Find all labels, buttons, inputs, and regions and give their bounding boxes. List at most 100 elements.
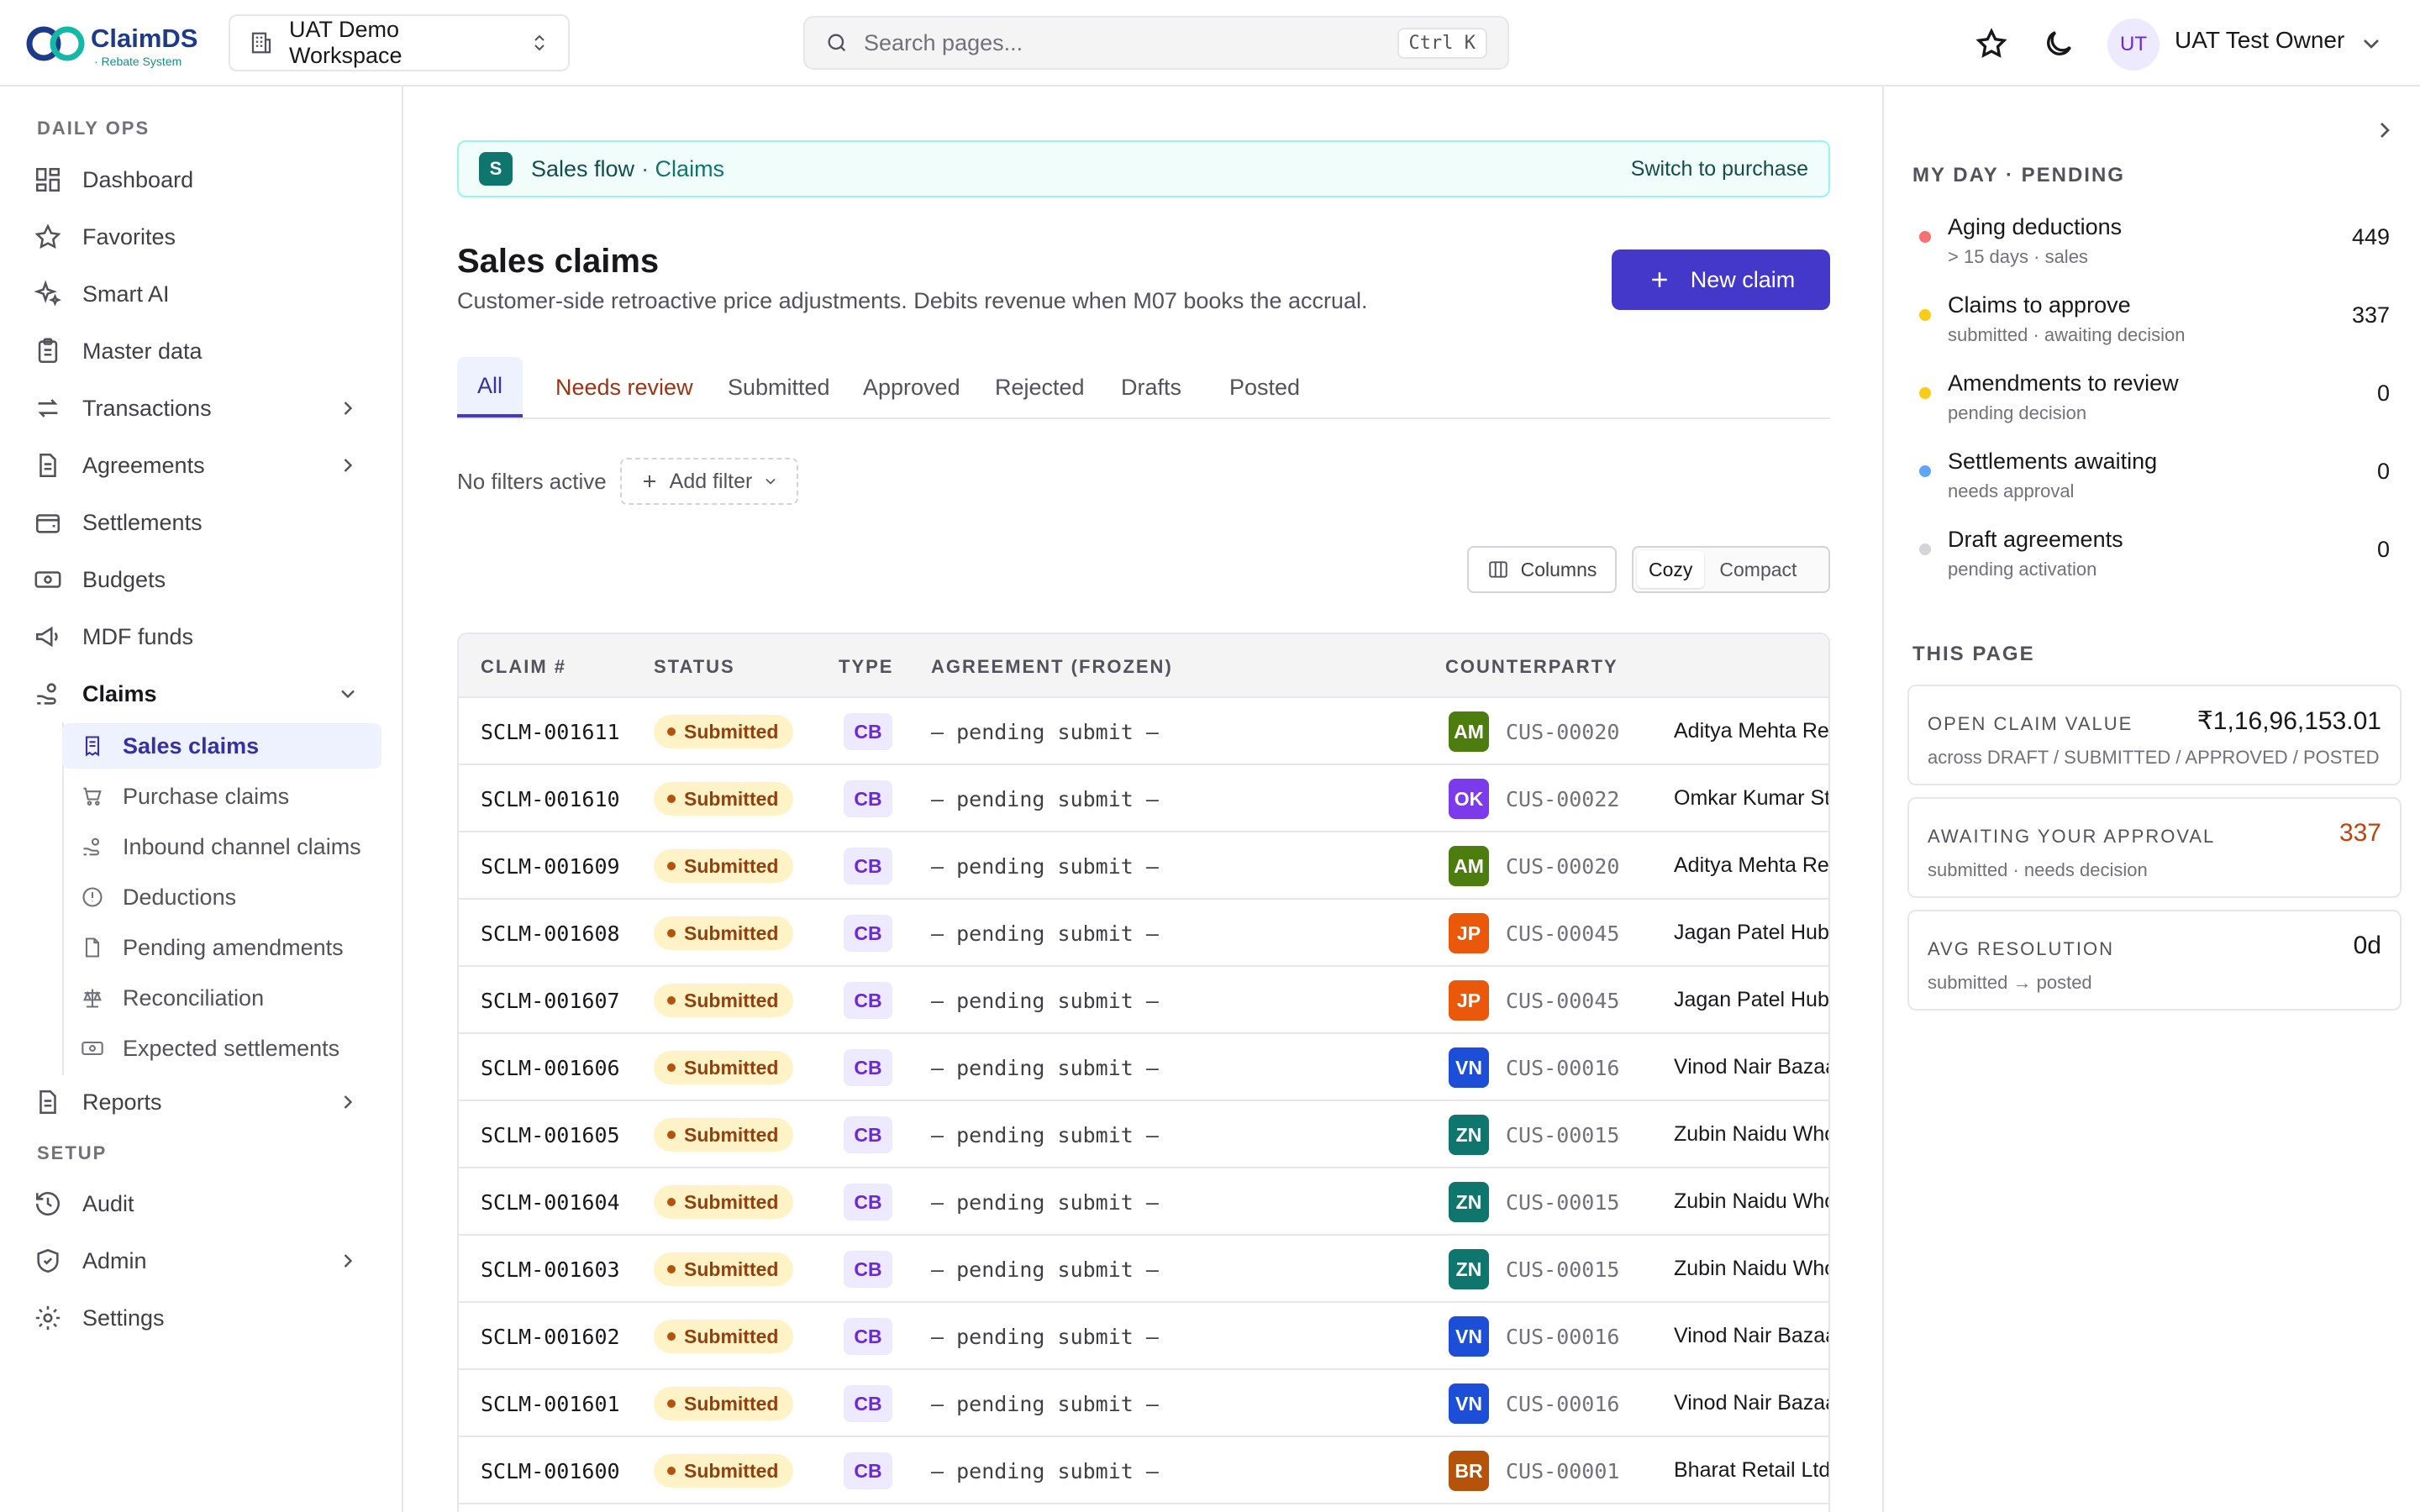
columns-button[interactable]: Columns xyxy=(1467,546,1617,593)
status-label: Submitted xyxy=(684,1459,779,1482)
claim-id[interactable]: SCLM-001610 xyxy=(481,787,620,811)
tab-drafts[interactable]: Drafts xyxy=(1101,357,1202,417)
sidebar-subitem-expected-settlements[interactable]: Expected settlements xyxy=(62,1026,381,1071)
sidebar-item-claims[interactable]: Claims xyxy=(34,670,378,717)
table-row[interactable]: SCLM-001603 Submitted CB — pending submit —… xyxy=(459,1236,1828,1303)
column-header-type[interactable]: TYPE xyxy=(839,656,893,678)
sidebar-item-label: Favorites xyxy=(82,223,176,249)
my-day-item[interactable]: Aging deductions > 15 days · sales 449 xyxy=(1919,214,2390,281)
card-value: 0d xyxy=(2353,932,2381,959)
claim-id[interactable]: SCLM-001604 xyxy=(481,1190,620,1215)
section-daily-ops: DAILY OPS xyxy=(37,118,150,139)
table-row[interactable]: SCLM-001606 Submitted CB — pending submit —… xyxy=(459,1034,1828,1101)
claim-id[interactable]: SCLM-001601 xyxy=(481,1392,620,1416)
table-row[interactable]: SCLM-001602 Submitted CB — pending submit —… xyxy=(459,1303,1828,1370)
my-day-count: 337 xyxy=(2351,302,2390,328)
column-header-agreement[interactable]: AGREEMENT (FROZEN) xyxy=(931,656,1173,678)
sidebar-item-admin[interactable]: Admin xyxy=(34,1237,378,1284)
tab-all[interactable]: All xyxy=(457,357,523,417)
sidebar-subitem-reconciliation[interactable]: Reconciliation xyxy=(62,975,381,1021)
favorite-star-icon[interactable] xyxy=(1975,27,2008,60)
status-dot xyxy=(667,795,676,803)
sidebar-item-favorites[interactable]: Favorites xyxy=(34,213,378,260)
claim-id[interactable]: SCLM-001603 xyxy=(481,1257,620,1282)
tab-submitted[interactable]: Submitted xyxy=(708,357,850,417)
building-icon xyxy=(251,32,271,54)
column-header-status[interactable]: STATUS xyxy=(654,656,735,678)
my-day-item[interactable]: Amendments to review pending decision 0 xyxy=(1919,370,2390,438)
sidebar-item-mdf-funds[interactable]: MDF funds xyxy=(34,613,378,660)
sidebar-subitem-purchase-claims[interactable]: Purchase claims xyxy=(62,774,381,819)
claim-id[interactable]: SCLM-001605 xyxy=(481,1123,620,1147)
sidebar-subitem-pending-amendments[interactable]: Pending amendments xyxy=(62,925,381,970)
status-dot xyxy=(667,1265,676,1273)
tab-needs-review[interactable]: Needs review xyxy=(535,357,713,417)
status-badge: Submitted xyxy=(654,1454,794,1488)
sidebar-item-settlements[interactable]: Settlements xyxy=(34,499,378,546)
sidebar-item-dashboard[interactable]: Dashboard xyxy=(34,156,378,203)
counterparty-avatar: BR xyxy=(1449,1451,1489,1491)
sidebar-subitem-inbound-channel-claims[interactable]: Inbound channel claims xyxy=(62,824,381,869)
switch-flow-link[interactable]: Switch to purchase xyxy=(1631,157,1808,181)
tab-posted[interactable]: Posted xyxy=(1209,357,1320,417)
density-cozy[interactable]: Cozy xyxy=(1637,551,1705,588)
chevron-down-icon[interactable] xyxy=(2358,30,2385,57)
tab-rejected[interactable]: Rejected xyxy=(975,357,1105,417)
add-filter-button[interactable]: Add filter xyxy=(620,458,798,505)
sidebar-item-audit[interactable]: Audit xyxy=(34,1180,378,1227)
claim-id[interactable]: SCLM-001606 xyxy=(481,1056,620,1080)
column-header-counterparty[interactable]: COUNTERPARTY xyxy=(1445,656,1618,678)
table-row[interactable]: SCLM-001600 Submitted CB — pending submit —… xyxy=(459,1437,1828,1504)
table-row[interactable]: SCLM-001605 Submitted CB — pending submit —… xyxy=(459,1101,1828,1168)
columns-label: Columns xyxy=(1520,558,1597,580)
sidebar-item-master-data[interactable]: Master data xyxy=(34,328,378,375)
sidebar-item-transactions[interactable]: Transactions xyxy=(34,385,378,432)
sidebar-item-agreements[interactable]: Agreements xyxy=(34,442,378,489)
user-name[interactable]: UAT Test Owner xyxy=(2175,27,2344,54)
sidebar-item-label: Reports xyxy=(82,1089,162,1115)
theme-moon-icon[interactable] xyxy=(2042,27,2075,60)
density-compact[interactable]: Compact xyxy=(1707,551,1808,588)
sidebar-item-settings[interactable]: Settings xyxy=(34,1294,378,1341)
claim-id[interactable]: SCLM-001611 xyxy=(481,720,620,744)
search-input[interactable]: Search pages... Ctrl K xyxy=(803,16,1509,70)
app-logo[interactable]: ClaimDS · Rebate System xyxy=(25,18,202,69)
star-icon xyxy=(34,223,61,249)
my-day-item[interactable]: Settlements awaiting needs approval 0 xyxy=(1919,449,2390,516)
agreement-cell: — pending submit — xyxy=(931,720,1159,744)
sidebar-item-smart-ai[interactable]: Smart AI xyxy=(34,270,378,318)
table-row[interactable]: SCLM-001609 Submitted CB — pending submit —… xyxy=(459,832,1828,900)
counterparty-name: Jagan Patel Hub #045 xyxy=(1674,921,1829,944)
table-row[interactable]: SCLM-001604 Submitted CB — pending submit —… xyxy=(459,1168,1828,1236)
collapse-panel-chevron-icon[interactable] xyxy=(2371,117,2398,144)
table-row[interactable]: SCLM-001608 Submitted CB — pending submit —… xyxy=(459,900,1829,967)
column-header-claim[interactable]: CLAIM # xyxy=(481,656,566,678)
table-row[interactable]: SCLM-001611 Submitted CB — pending submit —… xyxy=(459,698,1828,765)
sidebar-item-reports[interactable]: Reports xyxy=(34,1079,378,1126)
table-row[interactable]: SCLM-001601 Submitted CB — pending submit —… xyxy=(459,1370,1828,1437)
user-avatar[interactable]: UT xyxy=(2107,18,2160,71)
my-day-item[interactable]: Claims to approve submitted · awaiting de… xyxy=(1919,292,2390,360)
table-row[interactable]: SCLM-001610 Submitted CB — pending submit —… xyxy=(459,765,1828,832)
awaiting-approval-card[interactable]: AWAITING YOUR APPROVAL 337 submitted · n… xyxy=(1907,797,2402,898)
table-row[interactable]: SCLM-001607 Submitted CB — pending submit —… xyxy=(459,967,1828,1034)
claim-id[interactable]: SCLM-001608 xyxy=(481,921,620,946)
workspace-switcher[interactable]: UAT Demo Workspace xyxy=(229,14,570,71)
shield-icon xyxy=(37,1248,59,1273)
claim-id[interactable]: SCLM-001600 xyxy=(481,1459,620,1483)
right-panel: MY DAY · PENDING Aging deductions > 15 da… xyxy=(1882,87,2420,1512)
type-badge: CB xyxy=(844,713,892,750)
claim-id[interactable]: SCLM-001607 xyxy=(481,989,620,1013)
new-claim-button[interactable]: New claim xyxy=(1612,249,1830,310)
sidebar-subitem-label: Purchase claims xyxy=(123,783,290,809)
claim-id[interactable]: SCLM-001609 xyxy=(481,854,620,879)
sidebar-subitem-deductions[interactable]: Deductions xyxy=(62,874,381,920)
status-label: Submitted xyxy=(684,921,779,944)
chevron-down-icon xyxy=(341,690,355,699)
tab-approved[interactable]: Approved xyxy=(843,357,981,417)
my-day-item[interactable]: Draft agreements pending activation 0 xyxy=(1919,527,2390,594)
claim-id[interactable]: SCLM-001602 xyxy=(481,1325,620,1349)
sidebar-item-budgets[interactable]: Budgets xyxy=(34,556,378,603)
sidebar-subitem-sales-claims[interactable]: Sales claims xyxy=(62,723,381,769)
agreement-cell: — pending submit — xyxy=(931,1190,1159,1215)
